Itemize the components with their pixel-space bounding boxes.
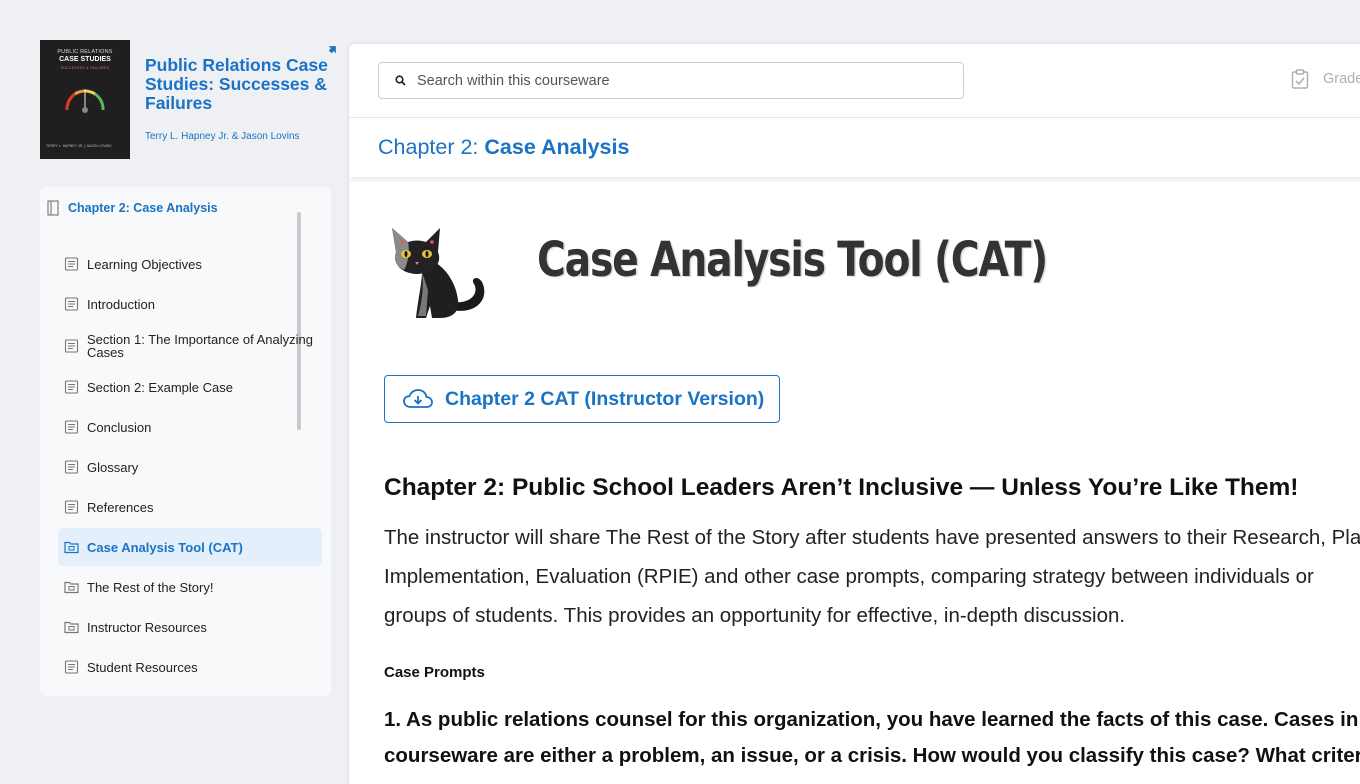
grades-button[interactable]: Grades: [1291, 69, 1360, 89]
download-cat-button[interactable]: Chapter 2 CAT (Instructor Version): [384, 375, 780, 423]
book-cover: PUBLIC RELATIONS CASE STUDIES SUCCESSES …: [40, 40, 130, 159]
paragraph-line: groups of students. This provides an opp…: [384, 604, 1126, 627]
chapter-prefix: Chapter 2:: [378, 135, 479, 159]
toc-scrollbar[interactable]: [297, 212, 301, 430]
case-heading: Chapter 2: Public School Leaders Aren’t …: [384, 474, 1299, 501]
toc-item-label: Section 1: The Importance of Analyzing C…: [87, 332, 313, 360]
grades-label: Grades: [1323, 71, 1360, 87]
paragraph-line: Implementation, Evaluation (RPIE) and ot…: [384, 565, 1314, 588]
cover-line2: CASE STUDIES: [59, 56, 111, 63]
cat-logo-icon: [392, 228, 485, 318]
toc-item-label: Section 2: Example Case: [87, 379, 233, 395]
main-panel: Grades Chapter 2: Case Analysis Case Ana…: [349, 44, 1360, 784]
page-icon: [64, 339, 79, 353]
toc-header[interactable]: Chapter 2: Case Analysis: [47, 200, 218, 216]
intro-paragraph: The instructor will share The Rest of th…: [384, 518, 1360, 635]
cover-names: TERRY L. HAPNEY JR. | JASON LOVINS: [46, 144, 112, 148]
folder-icon: [64, 581, 79, 594]
cover-line1: PUBLIC RELATIONS: [57, 49, 113, 55]
paragraph-line: The instructor will share The Rest of th…: [384, 526, 1360, 549]
chapter-title: Case Analysis: [484, 135, 630, 159]
collapse-sidebar-icon[interactable]: [327, 43, 339, 55]
toc-item[interactable]: Section 2: Example Case: [58, 378, 322, 396]
toc-item-label: Glossary: [87, 459, 139, 475]
page-icon: [64, 380, 79, 394]
toc-item[interactable]: Learning Objectives: [58, 255, 322, 273]
page-icon: [64, 297, 79, 311]
toc-item[interactable]: Conclusion: [58, 418, 322, 436]
folder-icon: [64, 621, 79, 634]
book-authors: Terry L. Hapney Jr. & Jason Lovins: [145, 131, 300, 142]
toc-item[interactable]: References: [58, 498, 322, 516]
toc-item-label: Case Analysis Tool (CAT): [87, 539, 243, 555]
question-line: courseware are either a problem, an issu…: [384, 744, 1360, 767]
bookmark-icon: [47, 200, 59, 216]
search-icon: [395, 75, 406, 86]
book-title[interactable]: Public Relations Case Studies: Successes…: [145, 56, 330, 113]
toc-heading: Chapter 2: Case Analysis: [68, 201, 218, 215]
clipboard-check-icon: [1291, 69, 1309, 89]
toc-item-label: Learning Objectives: [87, 256, 202, 272]
toc-item-label: The Rest of the Story!: [87, 579, 214, 595]
chapter-bar: Chapter 2: Case Analysis: [349, 117, 1360, 177]
toc-item-label: Introduction: [87, 296, 155, 312]
toc-item[interactable]: Glossary: [58, 458, 322, 476]
toc-item[interactable]: Student Resources: [58, 658, 322, 676]
toc-item-label: Instructor Resources: [87, 619, 207, 635]
toc-item[interactable]: Case Analysis Tool (CAT): [58, 528, 322, 566]
toc-item-label: Student Resources: [87, 659, 198, 675]
cover-line3: SUCCESSES & FAILURES: [60, 66, 110, 70]
prompts-heading: Case Prompts: [384, 664, 485, 681]
toc-item-label: References: [87, 499, 154, 515]
gauge-icon: [65, 89, 105, 113]
book-card: PUBLIC RELATIONS CASE STUDIES SUCCESSES …: [40, 40, 340, 170]
page-icon: [64, 500, 79, 514]
toc-item[interactable]: Introduction: [58, 295, 322, 313]
page-icon: [64, 660, 79, 674]
question-line: 1. As public relations counsel for this …: [384, 708, 1360, 731]
page-icon: [64, 420, 79, 434]
toc-item[interactable]: Instructor Resources: [58, 618, 322, 636]
toc-item-label: Conclusion: [87, 419, 152, 435]
download-label: Chapter 2 CAT (Instructor Version): [445, 387, 765, 410]
toc-item[interactable]: Section 1: The Importance of Analyzing C…: [58, 331, 322, 361]
cloud-download-icon: [403, 389, 433, 408]
toc-item[interactable]: The Rest of the Story!: [58, 578, 322, 596]
page-icon: [64, 257, 79, 271]
tool-title: Case Analysis Tool (CAT): [537, 232, 1048, 288]
search-input[interactable]: [417, 72, 937, 89]
page-icon: [64, 460, 79, 474]
search-box[interactable]: [378, 62, 964, 99]
question-1: 1. As public relations counsel for this …: [384, 702, 1360, 774]
top-bar: Grades: [349, 44, 1360, 117]
folder-icon: [64, 541, 79, 554]
